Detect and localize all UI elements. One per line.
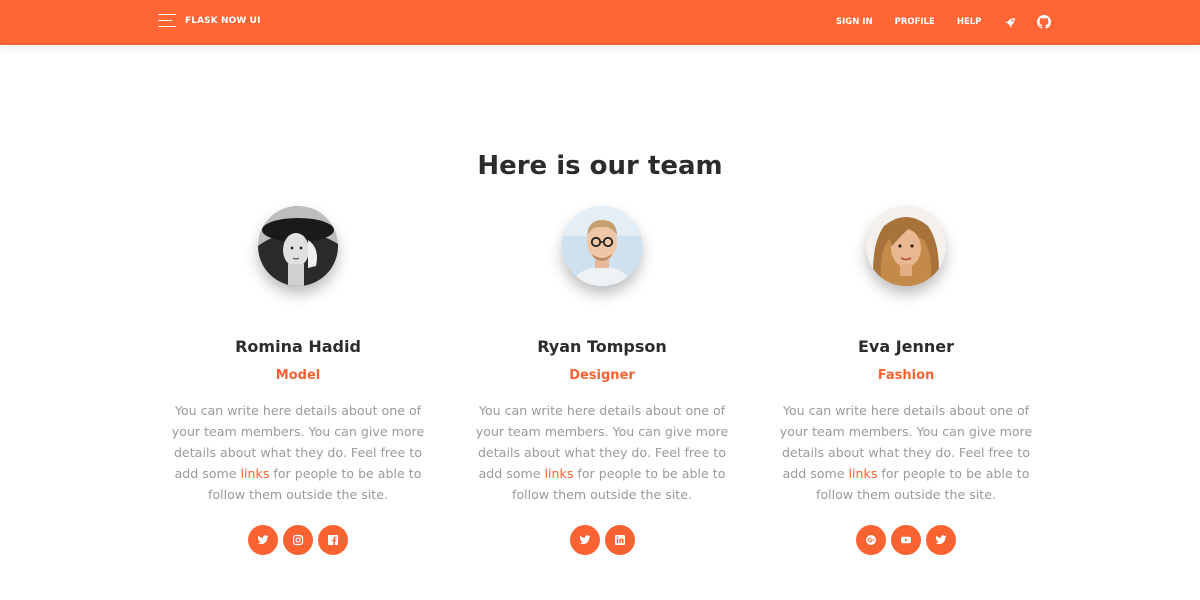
facebook-icon — [328, 535, 338, 545]
avatar — [258, 206, 338, 286]
member-name: Eva Jenner — [857, 337, 955, 356]
avatar — [562, 206, 642, 286]
google-plus-button[interactable] — [856, 525, 886, 555]
avatar — [866, 206, 946, 286]
description-link[interactable]: links — [241, 466, 270, 481]
menu-toggle-button[interactable] — [158, 14, 176, 30]
twitter-icon — [935, 535, 947, 545]
instagram-icon — [292, 534, 304, 546]
avatar-photo — [562, 206, 642, 286]
section-title: Here is our team — [477, 151, 723, 181]
github-icon[interactable] — [1037, 15, 1052, 29]
linkedin-button[interactable] — [604, 525, 635, 555]
member-role: Fashion — [877, 368, 935, 383]
rocket-icon[interactable] — [1003, 15, 1017, 29]
twitter-icon — [257, 535, 269, 545]
google-plus-icon — [866, 535, 876, 545]
social-buttons — [467, 525, 737, 555]
instagram-button[interactable] — [283, 525, 313, 555]
avatar-photo — [258, 206, 338, 286]
nav-link-help[interactable]: HELP — [957, 17, 982, 27]
twitter-button[interactable] — [926, 525, 956, 555]
hamburger-line — [158, 20, 172, 21]
hamburger-line — [158, 26, 176, 27]
twitter-button[interactable] — [248, 525, 278, 555]
twitter-icon — [579, 535, 590, 545]
member-description: You can write here details about one of … — [467, 400, 737, 505]
member-role: Model — [275, 368, 321, 383]
member-role: Designer — [569, 368, 635, 383]
avatar-photo — [866, 206, 946, 286]
description-link[interactable]: links — [849, 466, 878, 481]
member-description: You can write here details about one of … — [163, 400, 433, 505]
linkedin-icon — [614, 535, 625, 545]
youtube-button[interactable] — [891, 525, 921, 555]
member-name: Ryan Tompson — [537, 337, 667, 356]
brand-link[interactable]: FLASK NOW UI — [185, 16, 261, 26]
member-name: Romina Hadid — [235, 337, 361, 356]
member-description: You can write here details about one of … — [771, 400, 1041, 505]
social-buttons — [163, 525, 433, 555]
nav-link-sign-in[interactable]: SIGN IN — [836, 17, 873, 27]
nav-link-profile[interactable]: PROFILE — [895, 17, 935, 27]
nav-links: SIGN IN PROFILE HELP — [836, 15, 1052, 29]
hamburger-line — [158, 14, 176, 15]
description-link[interactable]: links — [545, 466, 574, 481]
social-buttons — [771, 525, 1041, 555]
facebook-button[interactable] — [318, 525, 348, 555]
navbar: FLASK NOW UI SIGN IN PROFILE HELP — [0, 0, 1200, 45]
twitter-button[interactable] — [569, 525, 600, 555]
youtube-icon — [901, 536, 911, 544]
